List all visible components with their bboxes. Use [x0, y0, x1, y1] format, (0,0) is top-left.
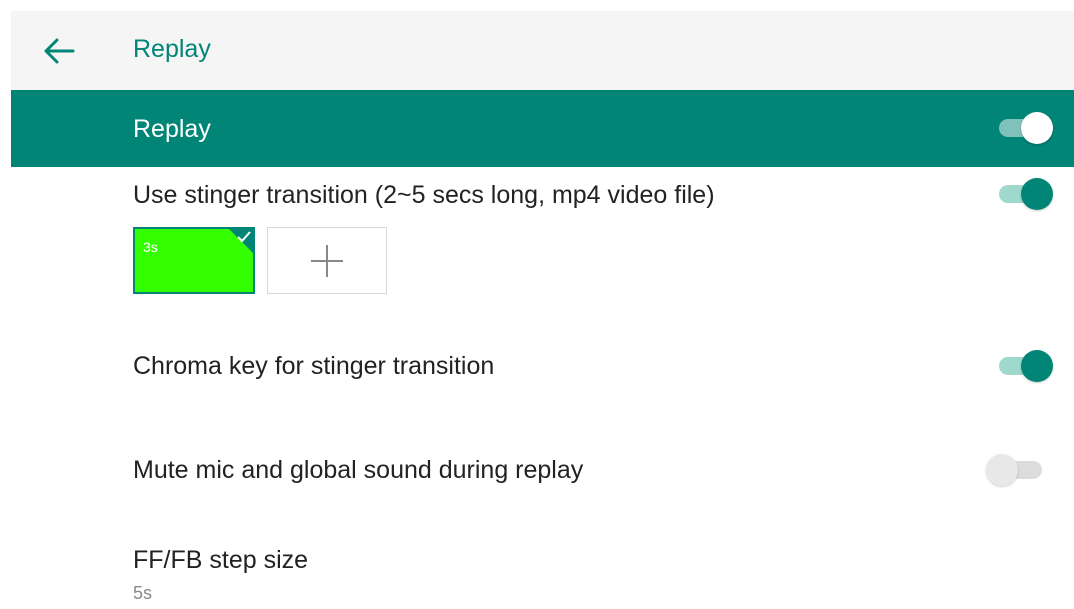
- stinger-label: Use stinger transition (2~5 secs long, m…: [133, 181, 715, 209]
- step-size-value: 5s: [133, 583, 153, 603]
- clip-duration: 3s: [143, 239, 158, 255]
- back-button[interactable]: [39, 33, 79, 69]
- switch-thumb: [1021, 350, 1053, 382]
- add-clip-button[interactable]: [267, 227, 387, 294]
- switch-thumb: [1021, 112, 1053, 144]
- arrow-left-icon: [44, 38, 75, 64]
- check-icon: [237, 231, 251, 243]
- plus-icon: [311, 244, 343, 277]
- app-bar: Replay: [11, 11, 1074, 91]
- replay-toggle[interactable]: [997, 110, 1057, 146]
- replay-master-label: Replay: [133, 115, 211, 143]
- switch-thumb: [986, 454, 1018, 486]
- stinger-clip-thumbnail[interactable]: 3s: [133, 227, 255, 294]
- switch-thumb: [1021, 178, 1053, 210]
- mute-label: Mute mic and global sound during replay: [133, 456, 584, 484]
- chroma-toggle[interactable]: [997, 348, 1057, 384]
- chroma-label: Chroma key for stinger transition: [133, 352, 495, 380]
- page-title: Replay: [133, 35, 211, 63]
- stinger-toggle[interactable]: [997, 176, 1057, 212]
- step-size-label[interactable]: FF/FB step size: [133, 544, 308, 576]
- mute-toggle[interactable]: [986, 452, 1048, 488]
- replay-settings-screen: Replay Replay Use stinger transition (2~…: [11, 11, 1074, 609]
- replay-master-row[interactable]: Replay: [11, 90, 1074, 167]
